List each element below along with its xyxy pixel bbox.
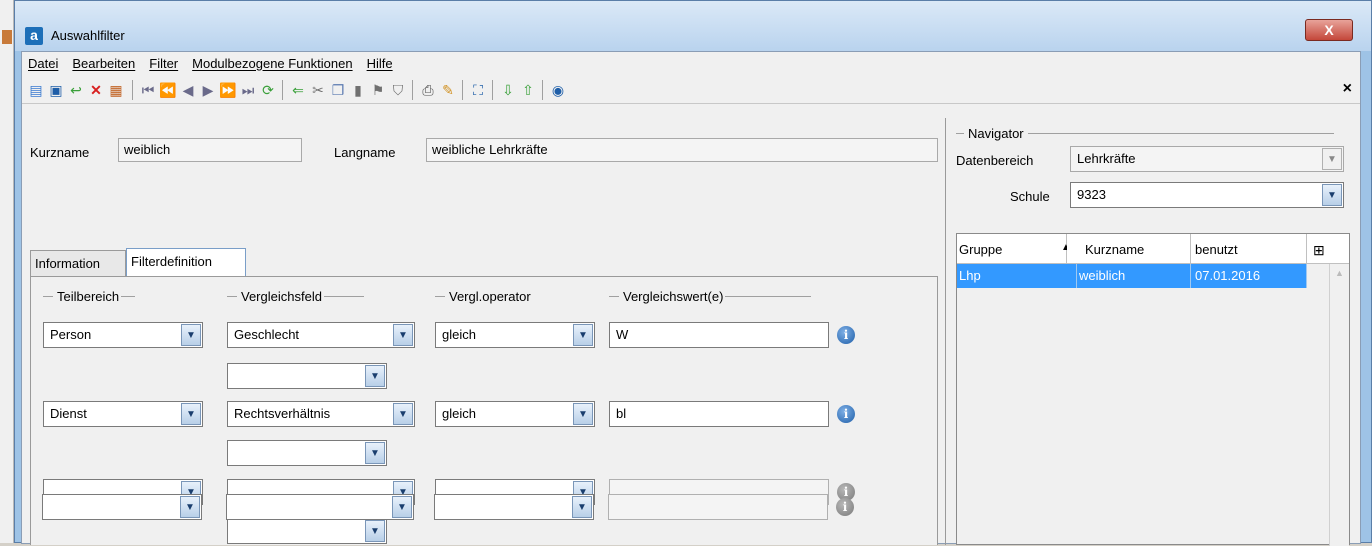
chevron-down-icon: ▼ bbox=[573, 403, 593, 425]
grid-scrollbar[interactable]: ▲ bbox=[1329, 264, 1349, 546]
app-icon: a bbox=[25, 27, 43, 45]
operator-select-2[interactable]: gleich ▼ bbox=[435, 401, 595, 427]
chevron-down-icon: ▼ bbox=[573, 324, 593, 346]
clear-icon[interactable]: ✎ bbox=[440, 82, 456, 98]
delete-icon[interactable]: ✕ bbox=[88, 82, 104, 98]
toolbar-close-icon[interactable]: × bbox=[1343, 80, 1352, 98]
window-close-button[interactable]: X bbox=[1305, 19, 1353, 41]
chevron-down-icon: ▼ bbox=[365, 442, 385, 464]
back-icon[interactable]: ⇐ bbox=[290, 82, 306, 98]
schule-select[interactable]: 9323 ▼ bbox=[1070, 182, 1344, 208]
datenbereich-label: Datenbereich bbox=[956, 153, 1034, 168]
copy-icon[interactable]: ❐ bbox=[330, 82, 346, 98]
save-icon[interactable]: ▣ bbox=[48, 82, 64, 98]
chevron-down-icon: ▼ bbox=[365, 365, 385, 387]
wert-input-1[interactable]: W bbox=[609, 322, 829, 348]
chevron-down-icon: ▼ bbox=[181, 324, 201, 346]
tab-information[interactable]: Information bbox=[30, 250, 126, 276]
kurzname-field[interactable]: weiblich bbox=[118, 138, 302, 162]
chevron-down-icon: ▼ bbox=[365, 520, 385, 542]
table-row-cell-kurzname[interactable]: weiblich bbox=[1077, 264, 1191, 288]
teilbereich-select-4[interactable]: ▼ bbox=[42, 494, 202, 520]
table-row-cell-gruppe[interactable]: Lhp bbox=[957, 264, 1077, 288]
client-area: Datei Bearbeiten Filter Modulbezogene Fu… bbox=[21, 51, 1361, 546]
operator-select-4[interactable]: ▼ bbox=[434, 494, 594, 520]
menu-bearbeiten[interactable]: Bearbeiten bbox=[72, 56, 135, 71]
import-icon[interactable]: ⇩ bbox=[500, 82, 516, 98]
menu-datei[interactable]: Datei bbox=[28, 56, 58, 71]
last-icon[interactable]: ⏭ bbox=[240, 82, 256, 98]
schule-label: Schule bbox=[1010, 189, 1050, 204]
column-kurzname[interactable]: Kurzname bbox=[1067, 234, 1191, 264]
wert-header: Vergleichswert(e) bbox=[609, 289, 812, 304]
kurzname-label: Kurzname bbox=[30, 145, 90, 160]
vergleichsfeld-select-4[interactable]: ▼ bbox=[226, 494, 414, 520]
langname-label: Langname bbox=[334, 145, 396, 160]
info-icon[interactable]: i bbox=[837, 326, 855, 344]
refresh-icon[interactable]: ⟳ bbox=[260, 82, 276, 98]
edit-icon[interactable]: ▦ bbox=[108, 82, 124, 98]
next-icon[interactable]: ▶ bbox=[200, 82, 216, 98]
vergleichsfeld-header: Vergleichsfeld bbox=[227, 289, 364, 304]
chevron-down-icon: ▼ bbox=[1322, 184, 1342, 206]
column-benutzt[interactable]: benutzt bbox=[1191, 234, 1307, 264]
window-title: Auswahlfilter bbox=[51, 28, 125, 43]
filter-editor-pane: Kurzname weiblich Langname weibliche Leh… bbox=[22, 118, 946, 545]
operator-header: Vergl.operator bbox=[435, 289, 531, 304]
chevron-down-icon: ▼ bbox=[180, 496, 200, 518]
background-window-edge bbox=[0, 0, 14, 543]
filter-icon[interactable]: ⛉ bbox=[390, 82, 406, 98]
cut-icon[interactable]: ✂ bbox=[310, 82, 326, 98]
vergleichsfeld-sub-select-3[interactable]: ▼ bbox=[227, 518, 387, 544]
title-bar: a Auswahlfilter X bbox=[15, 1, 1371, 51]
teilbereich-header: Teilbereich bbox=[43, 289, 136, 304]
print-icon[interactable]: ⎙ bbox=[420, 82, 436, 98]
menu-hilfe[interactable]: Hilfe bbox=[367, 56, 393, 71]
table-row-cell-benutzt[interactable]: 07.01.2016 bbox=[1191, 264, 1307, 288]
operator-select-1[interactable]: gleich ▼ bbox=[435, 322, 595, 348]
column-gruppe[interactable]: Gruppe ▲ bbox=[957, 234, 1071, 264]
chevron-down-icon: ▼ bbox=[392, 496, 412, 518]
info-icon: i bbox=[836, 498, 854, 516]
prev-page-icon[interactable]: ⏪ bbox=[159, 82, 176, 98]
vergleichsfeld-sub-select-2[interactable]: ▼ bbox=[227, 440, 387, 466]
select-icon[interactable]: ⛶ bbox=[470, 82, 486, 98]
vergleichsfeld-select-1[interactable]: Geschlecht ▼ bbox=[227, 322, 415, 348]
chevron-down-icon: ▼ bbox=[572, 496, 592, 518]
vergleichsfeld-sub-select-1[interactable]: ▼ bbox=[227, 363, 387, 389]
menu-modulbezogene-funktionen[interactable]: Modulbezogene Funktionen bbox=[192, 56, 352, 71]
chevron-down-icon: ▼ bbox=[181, 403, 201, 425]
paste-icon[interactable]: ▮ bbox=[350, 82, 366, 98]
auswahlfilter-window: a Auswahlfilter X Datei Bearbeiten Filte… bbox=[14, 0, 1372, 546]
info-icon[interactable]: i bbox=[837, 405, 855, 423]
chevron-down-icon: ▼ bbox=[393, 403, 413, 425]
paste-special-icon[interactable]: ⚑ bbox=[370, 82, 386, 98]
next-page-icon[interactable]: ⏩ bbox=[219, 82, 236, 98]
first-icon[interactable]: ⏮ bbox=[140, 82, 156, 98]
prev-icon[interactable]: ◀ bbox=[180, 82, 196, 98]
menu-filter[interactable]: Filter bbox=[149, 56, 178, 71]
wert-input-2[interactable]: bl bbox=[609, 401, 829, 427]
scroll-up-icon[interactable]: ▲ bbox=[1335, 268, 1344, 278]
langname-field[interactable]: weibliche Lehrkräfte bbox=[426, 138, 938, 162]
wert-input-4[interactable] bbox=[608, 494, 828, 520]
tab-filterdefinition[interactable]: Filterdefinition bbox=[126, 248, 246, 276]
new-icon[interactable]: ▤ bbox=[28, 82, 44, 98]
chevron-down-icon: ▼ bbox=[393, 324, 413, 346]
datenbereich-select: Lehrkräfte ▼ bbox=[1070, 146, 1344, 172]
teilbereich-select-2[interactable]: Dienst ▼ bbox=[43, 401, 203, 427]
vergleichsfeld-select-2[interactable]: Rechtsverhältnis ▼ bbox=[227, 401, 415, 427]
toolbar: ▤ ▣ ↩ ✕ ▦ ⏮ ⏪ ◀ ▶ ⏩ ⏭ ⟳ ⇐ ✂ ❐ ▮ ⚑ ⛉ ⎙ ✎ … bbox=[22, 76, 1360, 104]
chevron-down-icon: ▼ bbox=[1322, 148, 1342, 170]
column-chooser-icon[interactable]: ⊞ bbox=[1307, 234, 1349, 264]
navigator-pane: Navigator Datenbereich Lehrkräfte ▼ Schul… bbox=[956, 118, 1358, 546]
export-icon[interactable]: ⇧ bbox=[520, 82, 536, 98]
menu-bar: Datei Bearbeiten Filter Modulbezogene Fu… bbox=[22, 52, 1360, 74]
teilbereich-select-1[interactable]: Person ▼ bbox=[43, 322, 203, 348]
filter-list-grid: Gruppe ▲ Kurzname benutzt ⊞ Lhp weiblich … bbox=[956, 233, 1350, 546]
navigator-header: Navigator bbox=[956, 126, 1334, 141]
undo-icon[interactable]: ↩ bbox=[68, 82, 84, 98]
help-icon[interactable]: ◉ bbox=[550, 82, 566, 98]
